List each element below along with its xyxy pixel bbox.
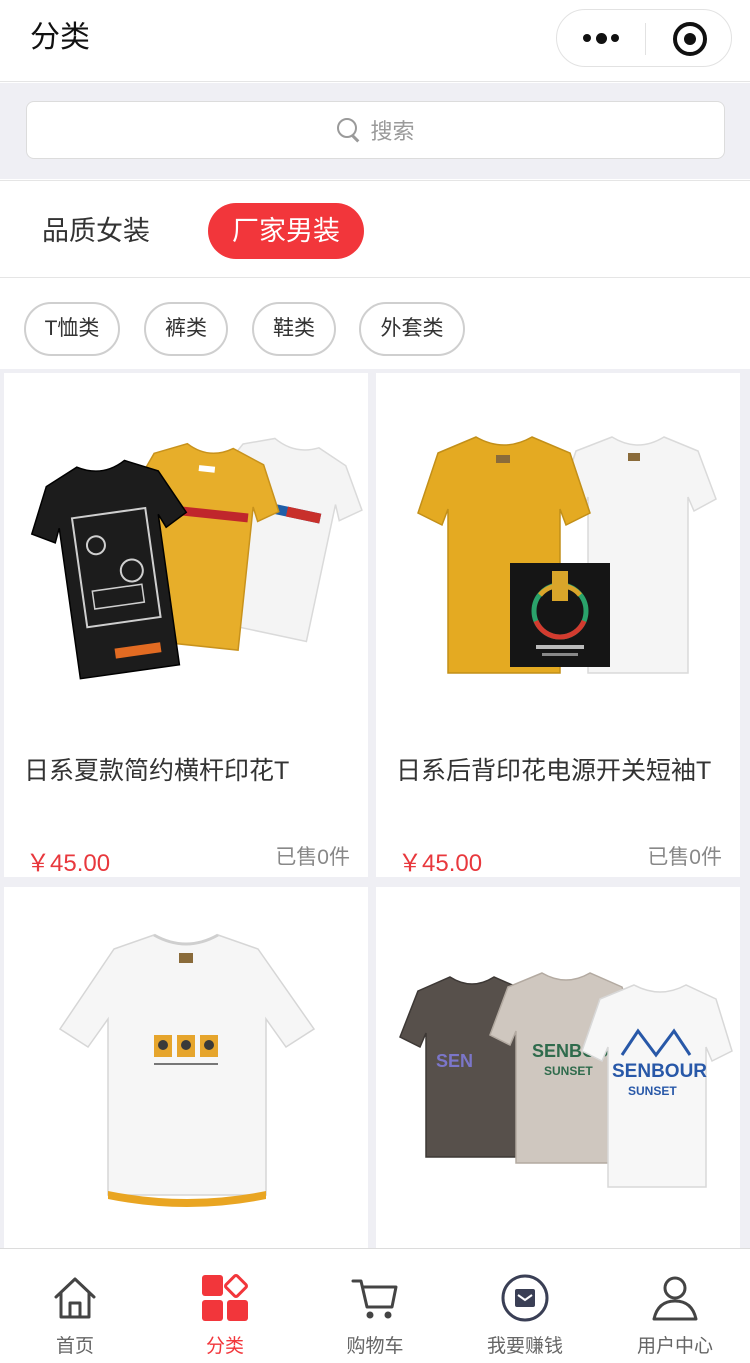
product-image	[376, 373, 740, 733]
product-sold-count: 已售0件	[647, 846, 722, 869]
category-tabs: 品质女装 厂家男装	[0, 180, 750, 278]
more-menu-icon[interactable]	[583, 26, 619, 50]
tab-label: 我要赚钱	[486, 1336, 563, 1357]
tab-label: 分类	[205, 1336, 244, 1357]
chip-pants[interactable]: 裤类	[144, 302, 228, 356]
product-image: SEN SENBOUR SUNSET SENBOUR SUNSET	[376, 887, 740, 1247]
tab-user-center[interactable]: 用户中心	[600, 1249, 750, 1363]
tab-category[interactable]: 分类	[150, 1249, 300, 1363]
tab-womens-wear[interactable]: 品质女装	[42, 203, 150, 259]
page-title: 分类	[30, 21, 90, 54]
product-name: 日系后背印花电源开关短袖T	[396, 757, 712, 785]
svg-text:SUNSET: SUNSET	[628, 1084, 677, 1098]
navigation-bar: 分类	[0, 0, 750, 82]
bottom-tab-bar: 首页 分类 购物车 我要赚钱 用户中心	[0, 1248, 750, 1363]
tab-cart[interactable]: 购物车	[300, 1249, 450, 1363]
svg-text:SUNSET: SUNSET	[544, 1064, 593, 1078]
earn-money-icon	[500, 1273, 550, 1323]
product-sold-count: 已售0件	[275, 846, 350, 869]
search-icon	[336, 117, 362, 143]
product-image	[4, 887, 368, 1247]
product-name: 日系夏款简约横杆印花T	[24, 757, 290, 785]
product-card[interactable]: 日系后背印花电源开关短袖T ￥45.00 已售0件	[376, 373, 740, 877]
chip-jackets[interactable]: 外套类	[359, 302, 465, 356]
product-price: ￥45.00	[398, 850, 483, 877]
search-input[interactable]: 搜索	[26, 101, 725, 159]
search-placeholder: 搜索	[370, 119, 415, 144]
cart-icon	[350, 1273, 400, 1323]
capsule-divider	[645, 23, 646, 55]
tab-label: 首页	[55, 1336, 94, 1357]
user-icon	[650, 1273, 700, 1323]
product-image	[4, 373, 368, 733]
close-target-icon[interactable]	[673, 22, 707, 56]
product-card[interactable]: 日系夏款简约横杆印花T ￥45.00 已售0件	[4, 373, 368, 877]
product-grid: 日系夏款简约横杆印花T ￥45.00 已售0件 日系后背印花电源开关短袖T ￥4…	[0, 369, 750, 1249]
tab-label: 购物车	[346, 1336, 404, 1357]
chip-tshirt[interactable]: T恤类	[24, 302, 120, 356]
svg-text:SEN: SEN	[436, 1051, 473, 1071]
product-price: ￥45.00	[26, 850, 111, 877]
miniprogram-capsule	[556, 9, 732, 67]
product-card[interactable]	[4, 887, 368, 1249]
tab-earn-money[interactable]: 我要赚钱	[450, 1249, 600, 1363]
product-card[interactable]: SEN SENBOUR SUNSET SENBOUR SUNSET	[376, 887, 740, 1249]
chip-shoes[interactable]: 鞋类	[252, 302, 336, 356]
home-icon	[50, 1273, 100, 1323]
tab-home[interactable]: 首页	[0, 1249, 150, 1363]
tab-mens-wear[interactable]: 厂家男装	[208, 203, 364, 259]
tab-label: 用户中心	[636, 1336, 713, 1357]
search-section: 搜索	[0, 83, 750, 179]
svg-text:SENBOUR: SENBOUR	[612, 1061, 707, 1082]
category-grid-icon	[200, 1273, 250, 1323]
subcategory-chips: T恤类 裤类 鞋类 外套类	[0, 279, 750, 369]
